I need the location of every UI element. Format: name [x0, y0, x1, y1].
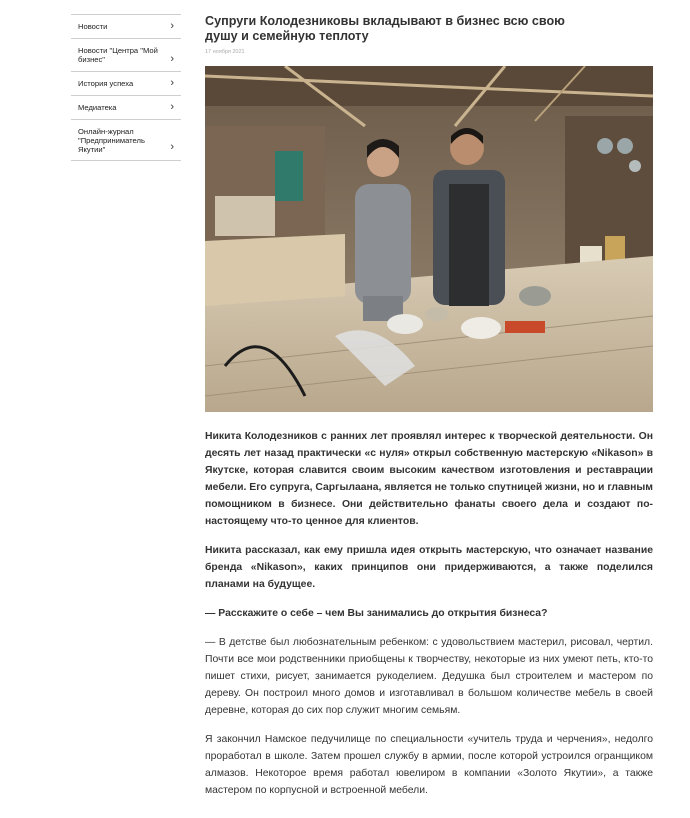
interview-question: — Расскажите о себе – чем Вы занимались … — [205, 608, 548, 619]
sidebar-item-label: Медиатека — [78, 103, 117, 112]
article-photo — [205, 66, 653, 412]
chevron-right-icon: › — [170, 20, 174, 32]
page: Новости › Новости "Центра "Мой бизнес" ›… — [0, 0, 690, 818]
sidebar-item-center-news[interactable]: Новости "Центра "Мой бизнес" › — [71, 38, 181, 71]
workshop-photo — [205, 66, 653, 412]
sidebar-item-label: История успеха — [78, 79, 134, 88]
article-body: Никита Колодезников с ранних лет проявля… — [205, 428, 653, 811]
chevron-right-icon: › — [170, 101, 174, 113]
article-title: Супруги Колодезниковы вкладывают в бизне… — [205, 14, 565, 43]
chevron-right-icon: › — [170, 77, 174, 89]
answer-paragraph: — В детстве был любознательным ребенком:… — [205, 637, 653, 716]
sidebar-item-success-stories[interactable]: История успеха › — [71, 71, 181, 95]
article-date: 17 ноября 2021 — [205, 49, 245, 55]
sidebar-item-label: Новости — [78, 22, 108, 31]
chevron-right-icon: › — [170, 141, 174, 153]
sidebar-item-magazine[interactable]: Онлайн-журнал "Предприниматель Якутии" › — [71, 119, 181, 161]
sidebar-item-media[interactable]: Медиатека › — [71, 95, 181, 119]
sidebar-nav: Новости › Новости "Центра "Мой бизнес" ›… — [71, 14, 181, 161]
sidebar-item-news[interactable]: Новости › — [71, 14, 181, 38]
intro-paragraph: Никита рассказал, как ему пришла идея от… — [205, 545, 653, 590]
lead-paragraph: Никита Колодезников с ранних лет проявля… — [205, 431, 653, 527]
sidebar-item-label: Новости "Центра "Мой бизнес" — [78, 46, 158, 64]
sidebar-item-label: Онлайн-журнал "Предприниматель Якутии" — [78, 126, 145, 154]
answer-paragraph: Я закончил Намское педучилище по специал… — [205, 734, 653, 796]
article: Супруги Колодезниковы вкладывают в бизне… — [205, 14, 653, 796]
chevron-right-icon: › — [170, 53, 174, 65]
